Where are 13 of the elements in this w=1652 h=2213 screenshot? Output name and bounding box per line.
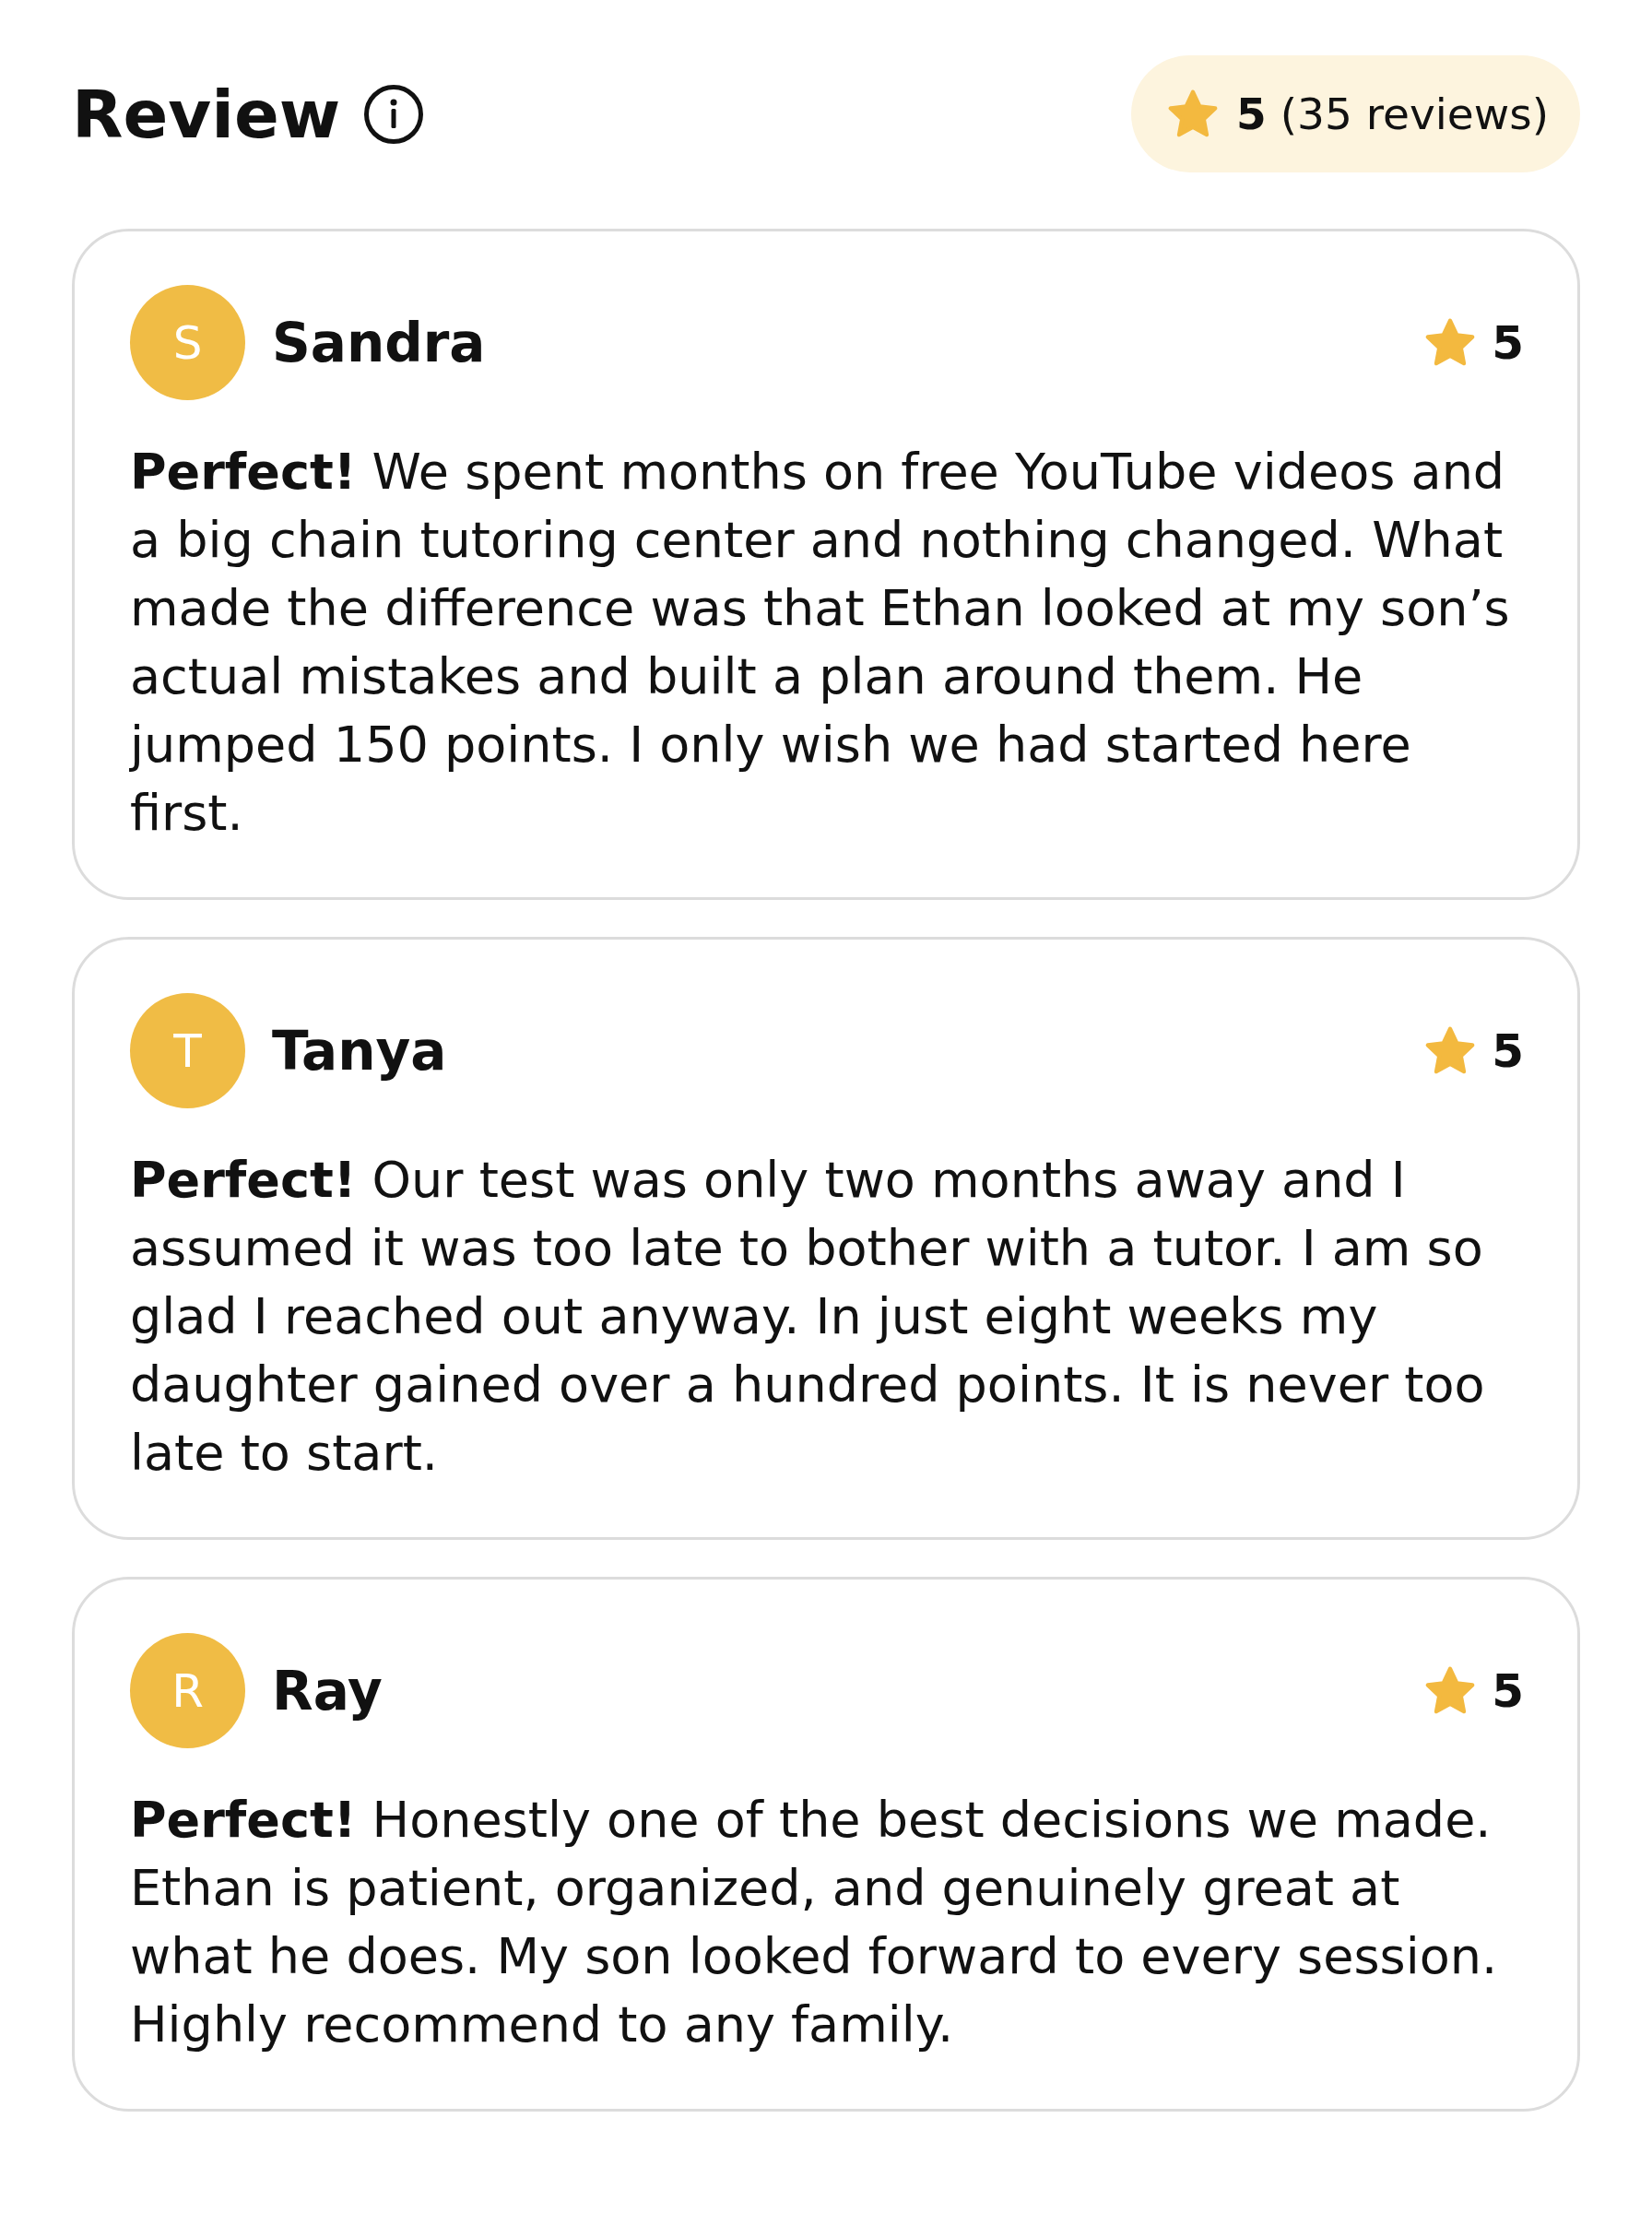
rating-summary: 5 (35 reviews)	[1236, 92, 1549, 136]
rating-value: 5	[1492, 1667, 1524, 1714]
review-text: Perfect! Our test was only two months away and I assumed it was too late to bother with a tutor. I am so glad I reached out anyway. In just eight weeks my daughter gained over a hundred points. It is never too late to start.	[130, 1150, 1486, 1484]
section-title: Review	[72, 80, 341, 148]
review-text: Perfect! We spent months on free YouTube videos and a big chain tutoring center and nothing changed. What made the difference was that Ethan looked at my son’s actual mistakes and built a plan around them. He jumped 150 points. I only wish we had started here first.	[130, 442, 1511, 844]
reviewer-name: Sandra	[272, 315, 486, 370]
avatar: T	[130, 993, 245, 1108]
avatar: S	[130, 285, 245, 400]
rating-value: 5	[1492, 1027, 1524, 1074]
avatar: R	[130, 1633, 245, 1748]
info-icon[interactable]	[364, 84, 424, 144]
rating-value: 5	[1492, 319, 1524, 366]
review-text: Perfect! Honestly one of the best decisions we made. Ethan is patient, organized, and genuinely great at what he does. My son looked forward to every session. Highly recommend to any family.	[130, 1790, 1499, 2055]
